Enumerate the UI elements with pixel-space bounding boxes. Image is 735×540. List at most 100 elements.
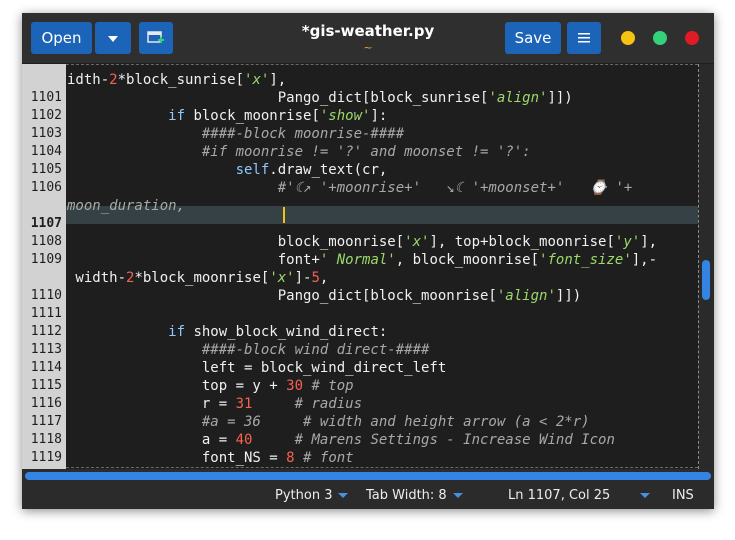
line-number: 1119 <box>30 450 62 465</box>
code-line[interactable]: ####-block moonrise-#### <box>67 125 698 143</box>
maximize-button[interactable] <box>653 31 667 45</box>
code-token: moon_duration, <box>67 198 186 214</box>
code-line[interactable] <box>67 305 698 323</box>
new-document-button[interactable] <box>139 22 173 54</box>
code-token: ]- <box>294 270 312 286</box>
code-line[interactable]: left = block_wind_direct_left <box>67 359 698 377</box>
code-token: ]]) <box>555 288 582 304</box>
code-token: 10 <box>303 468 320 469</box>
code-token: #'☾↗ '+moonrise+' ↘☾ '+moonset+' ⌚ '+ <box>277 180 633 196</box>
code-line[interactable]: font_wind = 10 <box>67 467 698 469</box>
code-token: self <box>235 162 270 178</box>
line-number: 1116 <box>30 396 62 411</box>
close-button[interactable] <box>685 31 699 45</box>
code-token: 40 <box>235 432 253 448</box>
code-token: font_NS = <box>67 450 287 466</box>
code-line[interactable]: font+' Normal', block_moonrise['font_siz… <box>67 251 698 269</box>
cursor-position-selector[interactable]: Ln 1107, Col 25 <box>508 488 651 503</box>
insert-mode-indicator[interactable]: INS <box>672 488 694 503</box>
code-token: ####-block wind direct-#### <box>201 342 430 358</box>
horizontal-scrollbar[interactable] <box>25 472 711 480</box>
chevron-down-icon <box>452 493 463 498</box>
text-cursor <box>283 207 285 223</box>
code-token: .draw_text(cr, <box>269 162 388 178</box>
code-line[interactable]: a = 40 # Marens Settings - Increase Wind… <box>67 431 698 449</box>
chevron-down-icon <box>640 493 651 498</box>
code-token: 31 <box>235 396 253 412</box>
line-number: 1107 <box>30 216 62 231</box>
line-number: 1103 <box>30 126 62 141</box>
chevron-down-icon <box>108 36 118 42</box>
language-selector[interactable]: Python 3 <box>275 488 349 503</box>
line-number: 1110 <box>30 288 62 303</box>
code-line[interactable]: self.draw_text(cr, <box>67 161 698 179</box>
code-line[interactable]: top = y + 30 # top <box>67 377 698 395</box>
code-token: 'align' <box>496 288 556 304</box>
code-token: ' Normal' <box>319 252 396 268</box>
main-menu-button[interactable] <box>567 22 601 54</box>
code-line[interactable]: #a = 36 # width and height arrow (a < 2*… <box>67 413 698 431</box>
code-token: 'show' <box>319 108 371 124</box>
status-bar: Python 3 Tab Width: 8 Ln 1107, Col 25 IN… <box>22 483 714 509</box>
code-editor[interactable]: 1101 1102 1103 1104 1105 1106 1107 1108 1109 1110… <box>22 64 714 469</box>
code-token: block_moonrise[ <box>185 108 320 124</box>
code-token: # radius <box>294 396 363 412</box>
cursor-position-label: Ln 1107, Col 25 <box>508 488 611 503</box>
code-token: left = block_wind_direct_left <box>67 360 447 376</box>
editor-window: Open *gis-weather.py ~ Save 1101 1102 11… <box>22 13 714 509</box>
code-token: 'font_size' <box>539 252 632 268</box>
code-line[interactable] <box>67 215 698 233</box>
line-number: 1104 <box>30 144 62 159</box>
tab-width-selector[interactable]: Tab Width: 8 <box>366 488 463 503</box>
line-number: 1120 <box>22 467 62 469</box>
code-line[interactable]: r = 31 # radius <box>67 395 698 413</box>
code-line[interactable]: font_NS = 8 # font <box>67 449 698 467</box>
code-line[interactable]: if show_block_wind_direct: <box>67 323 698 341</box>
code-line[interactable]: block_moonrise['x'], top+block_moonrise[… <box>67 233 698 251</box>
code-line[interactable]: ####-block wind direct-#### <box>67 341 698 359</box>
window-title: *gis-weather.py <box>301 22 435 40</box>
line-number <box>22 71 62 89</box>
code-token: 'x' <box>269 270 295 286</box>
line-number: 1102 <box>30 108 62 123</box>
code-token: ]]) <box>547 90 573 106</box>
code-line[interactable]: Pango_dict[block_sunrise['align']]) <box>67 89 698 107</box>
line-number: 1106 <box>30 180 62 195</box>
code-token: 5 <box>311 270 320 286</box>
vertical-scrollbar-thumb[interactable] <box>702 260 710 300</box>
code-token: # font <box>303 450 354 466</box>
line-number: 1108 <box>30 234 62 249</box>
code-line[interactable]: #if moonrise != '?' and moonset != '?': <box>67 143 698 161</box>
hamburger-menu-icon <box>578 33 590 43</box>
line-number: 1101 <box>30 90 62 105</box>
line-number: 1118 <box>30 432 62 447</box>
code-token: ], <box>640 234 658 250</box>
code-token: ], <box>269 72 287 88</box>
code-line[interactable]: moon_duration, <box>67 197 698 215</box>
code-token: 'x' <box>244 72 270 88</box>
code-line[interactable]: #'☾↗ '+moonrise+' ↘☾ '+moonset+' ⌚ '+ <box>67 179 698 197</box>
save-button[interactable]: Save <box>505 22 561 54</box>
code-line[interactable]: if block_moonrise['show']: <box>67 107 698 125</box>
recent-files-dropdown-button[interactable] <box>95 22 131 54</box>
code-line[interactable]: width-2*block_moonrise['x']-5, <box>67 269 698 287</box>
code-line[interactable]: idth-2*block_sunrise['x'], <box>67 71 698 89</box>
code-token: width- <box>67 270 127 286</box>
line-number: 1111 <box>30 306 62 321</box>
code-token: font+ <box>67 252 320 268</box>
code-line[interactable]: Pango_dict[block_moonrise['align']]) <box>67 287 698 305</box>
line-number: 1115 <box>30 378 62 393</box>
code-token: ], top+block_moonrise[ <box>429 234 615 250</box>
line-number <box>22 197 62 215</box>
minimize-button[interactable] <box>621 31 635 45</box>
language-label: Python 3 <box>275 488 333 503</box>
open-button[interactable]: Open <box>31 22 92 54</box>
